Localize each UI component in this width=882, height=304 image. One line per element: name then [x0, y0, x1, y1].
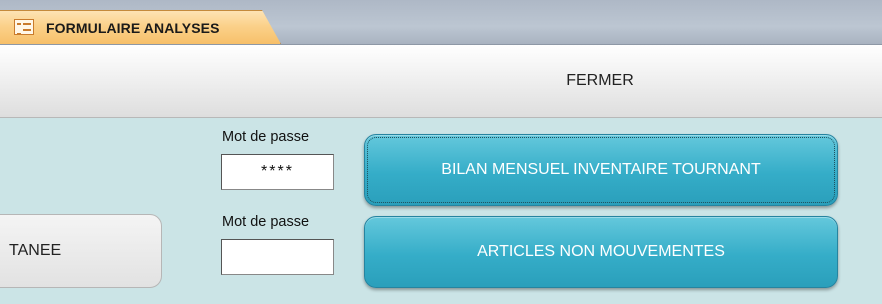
password-label-1: Mot de passe	[222, 129, 310, 145]
tab-formulaire-analyses[interactable]: FORMULAIRE ANALYSES	[0, 10, 281, 44]
tab-label: FORMULAIRE ANALYSES	[46, 20, 220, 36]
form-header: FERMER	[0, 45, 882, 118]
password-label-2: Mot de passe	[222, 214, 310, 230]
form-icon	[14, 19, 34, 35]
side-button[interactable]: TANEE	[0, 214, 162, 288]
close-button[interactable]: FERMER	[470, 45, 730, 117]
bilan-mensuel-button[interactable]: BILAN MENSUEL INVENTAIRE TOURNANT	[364, 134, 838, 206]
document-tab-strip: FORMULAIRE ANALYSES	[0, 0, 882, 45]
password-field-1[interactable]	[221, 154, 334, 190]
password-field-2[interactable]	[221, 239, 334, 275]
articles-non-mouvementes-button[interactable]: ARTICLES NON MOUVEMENTES	[364, 216, 838, 288]
